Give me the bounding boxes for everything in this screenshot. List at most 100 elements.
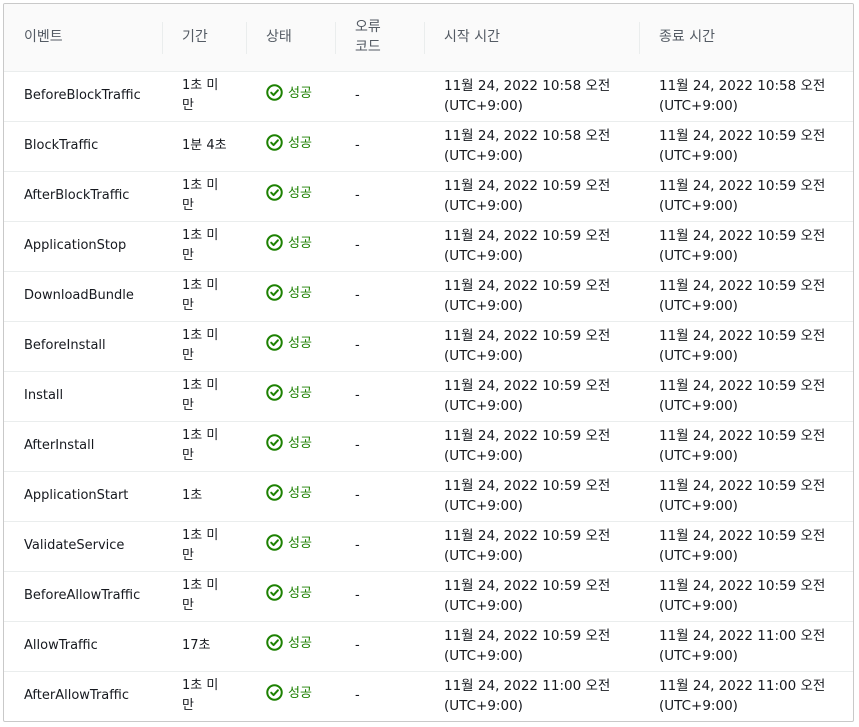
cell-status: 성공	[246, 671, 335, 721]
status-label: 성공	[288, 136, 312, 151]
table-row: ApplicationStart 1초 성공 -11월 24, 2022 10:59 …	[4, 471, 853, 522]
end-date: 11월 24, 2022 10:59 오전	[659, 578, 826, 594]
cell-event: ApplicationStart	[4, 471, 162, 522]
check-circle-icon	[266, 484, 283, 508]
cell-duration: 1초 미만	[162, 571, 246, 622]
cell-end-time: 11월 24, 2022 10:59 오전 (UTC+9:00)	[639, 521, 853, 572]
cell-end-time: 11월 24, 2022 10:59 오전 (UTC+9:00)	[639, 321, 853, 372]
status-label: 성공	[288, 486, 312, 501]
status-label: 성공	[288, 386, 312, 401]
end-timezone: (UTC+9:00)	[659, 598, 738, 614]
table-row: AfterBlockTraffic 1초 미만 성공 -11월 24, 2022 10…	[4, 171, 853, 222]
column-header-error-code[interactable]: 오류 코드	[335, 4, 424, 72]
cell-duration: 1분 4초	[162, 121, 246, 172]
end-timezone: (UTC+9:00)	[659, 348, 738, 364]
status-label: 성공	[288, 636, 312, 651]
cell-status: 성공	[246, 321, 335, 372]
end-date: 11월 24, 2022 10:59 오전	[659, 128, 826, 144]
check-circle-icon	[266, 584, 283, 608]
start-timezone: (UTC+9:00)	[444, 598, 523, 614]
table-row: DownloadBundle 1초 미만 성공 -11월 24, 2022 10:59…	[4, 271, 853, 322]
cell-event: AllowTraffic	[4, 621, 162, 672]
cell-duration: 17초	[162, 621, 246, 672]
cell-start-time: 11월 24, 2022 11:00 오전 (UTC+9:00)	[424, 671, 639, 721]
column-header-error-code-label-line1: 오류	[355, 19, 381, 36]
start-date: 11월 24, 2022 10:59 오전	[444, 228, 611, 244]
check-circle-icon	[266, 234, 283, 258]
cell-start-time: 11월 24, 2022 10:58 오전 (UTC+9:00)	[424, 71, 639, 122]
start-date: 11월 24, 2022 10:58 오전	[444, 78, 611, 94]
start-timezone: (UTC+9:00)	[444, 298, 523, 314]
cell-end-time: 11월 24, 2022 10:59 오전 (UTC+9:00)	[639, 571, 853, 622]
column-header-end-time[interactable]: 종료 시간	[639, 4, 853, 72]
cell-end-time: 11월 24, 2022 10:59 오전 (UTC+9:00)	[639, 371, 853, 422]
check-circle-icon	[266, 534, 283, 558]
start-date: 11월 24, 2022 10:59 오전	[444, 428, 611, 444]
end-date: 11월 24, 2022 10:59 오전	[659, 178, 826, 194]
table-header: 이벤트 기간 상태 오류 코드 시작 시간 종료 시간	[4, 4, 853, 72]
cell-start-time: 11월 24, 2022 10:59 오전 (UTC+9:00)	[424, 471, 639, 522]
check-circle-icon	[266, 634, 283, 658]
end-timezone: (UTC+9:00)	[659, 648, 738, 664]
cell-end-time: 11월 24, 2022 10:59 오전 (UTC+9:00)	[639, 471, 853, 522]
cell-start-time: 11월 24, 2022 10:59 오전 (UTC+9:00)	[424, 371, 639, 422]
check-circle-icon	[266, 284, 283, 308]
status-label: 성공	[288, 186, 312, 201]
cell-end-time: 11월 24, 2022 10:58 오전 (UTC+9:00)	[639, 71, 853, 122]
table-row: BeforeInstall 1초 미만 성공 -11월 24, 2022 10:59 …	[4, 321, 853, 372]
cell-event: Install	[4, 371, 162, 422]
table-row: AfterAllowTraffic 1초 미만 성공 - 11월 24, 2022 11…	[4, 671, 853, 721]
column-divider	[639, 22, 640, 54]
cell-error-code: -	[335, 371, 424, 422]
cell-start-time: 11월 24, 2022 10:58 오전 (UTC+9:00)	[424, 121, 639, 172]
end-timezone: (UTC+9:00)	[659, 448, 738, 464]
cell-start-time: 11월 24, 2022 10:59 오전 (UTC+9:00)	[424, 271, 639, 322]
column-header-duration[interactable]: 기간	[162, 4, 246, 72]
end-timezone: (UTC+9:00)	[659, 298, 738, 314]
cell-end-time: 11월 24, 2022 11:00 오전 (UTC+9:00)	[639, 671, 853, 721]
column-header-start-time[interactable]: 시작 시간	[424, 4, 639, 72]
end-date: 11월 24, 2022 10:59 오전	[659, 278, 826, 294]
check-circle-icon	[266, 684, 283, 708]
end-date: 11월 24, 2022 10:59 오전	[659, 528, 826, 544]
cell-end-time: 11월 24, 2022 10:59 오전 (UTC+9:00)	[639, 121, 853, 172]
cell-duration: 1초 미만	[162, 321, 246, 372]
column-header-end-time-label: 종료 시간	[659, 29, 715, 46]
column-header-event[interactable]: 이벤트	[4, 4, 162, 72]
status-label: 성공	[288, 586, 312, 601]
cell-status: 성공	[246, 421, 335, 472]
cell-error-code: -	[335, 571, 424, 622]
cell-duration: 1초 미만	[182, 678, 219, 714]
cell-status: 성공	[246, 271, 335, 322]
cell-start-time: 11월 24, 2022 10:59 오전 (UTC+9:00)	[424, 521, 639, 572]
table-row: AllowTraffic 17초 성공 - 11월 24, 2022 10:59 오전 (…	[4, 621, 853, 672]
table-row: BlockTraffic 1분 4초 성공 -11월 24, 2022 10:58 오…	[4, 121, 853, 172]
cell-error-code: -	[335, 71, 424, 122]
cell-end-time: 11월 24, 2022 10:59 오전 (UTC+9:00)	[639, 171, 853, 222]
start-timezone: (UTC+9:00)	[444, 648, 523, 664]
cell-event: ValidateService	[4, 521, 162, 572]
cell-end-time: 11월 24, 2022 11:00 오전 (UTC+9:00)	[639, 621, 853, 672]
end-date: 11월 24, 2022 10:59 오전	[659, 228, 826, 244]
column-divider	[335, 22, 336, 54]
column-header-status[interactable]: 상태	[246, 4, 335, 72]
events-table: 이벤트 기간 상태 오류 코드 시작 시간 종료 시간 BeforeBlockTr…	[4, 4, 853, 721]
start-timezone: (UTC+9:00)	[444, 398, 523, 414]
end-date: 11월 24, 2022 10:59 오전	[659, 428, 826, 444]
cell-status: 성공	[246, 371, 335, 422]
cell-status: 성공	[246, 621, 335, 672]
table-row: ApplicationStop 1초 미만 성공 -11월 24, 2022 10:5…	[4, 221, 853, 272]
cell-start-time: 11월 24, 2022 10:59 오전 (UTC+9:00)	[424, 621, 639, 672]
cell-duration: 1초 미만	[162, 171, 246, 222]
end-timezone: (UTC+9:00)	[659, 398, 738, 414]
table-row: BeforeAllowTraffic 1초 미만 성공 -11월 24, 2022 1…	[4, 571, 853, 622]
status-label: 성공	[288, 686, 312, 702]
cell-error-code: -	[335, 221, 424, 272]
table-row: Install 1초 미만 성공 - 11월 24, 2022 10:59 오전 (UTC…	[4, 371, 853, 422]
column-header-start-time-label: 시작 시간	[444, 29, 500, 46]
cell-status: 성공	[246, 121, 335, 172]
cell-error-code: -	[335, 271, 424, 322]
cell-event: DownloadBundle	[4, 271, 162, 322]
status-label: 성공	[288, 236, 312, 251]
start-timezone: (UTC+9:00)	[444, 148, 523, 164]
